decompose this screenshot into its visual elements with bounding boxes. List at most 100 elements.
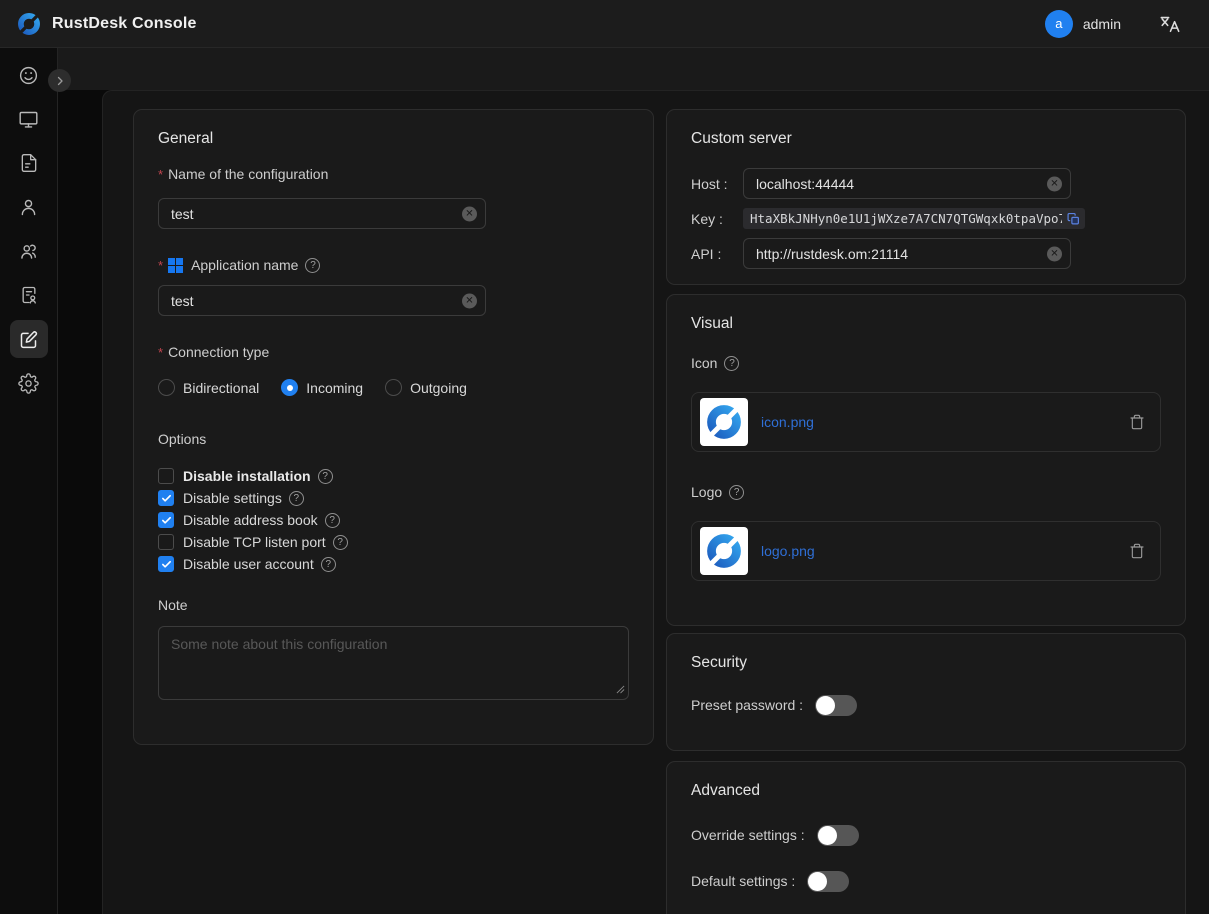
checkbox-disable-address-book[interactable]: Disable address book ? — [158, 512, 629, 528]
right-column: Custom server Host : ✕ Key : HtaXBkJNHyn… — [666, 109, 1186, 914]
user-avatar[interactable]: a — [1045, 10, 1073, 38]
override-settings-label: Override settings : — [691, 827, 805, 843]
monitor-icon — [18, 109, 39, 130]
logo-upload-row: logo.png — [691, 521, 1161, 581]
clear-icon[interactable]: ✕ — [1047, 176, 1062, 191]
rustdesk-console-app: RustDesk Console a admin — [0, 0, 1209, 914]
help-icon[interactable]: ? — [321, 557, 336, 572]
sidebar-item-custom-client[interactable] — [10, 320, 48, 358]
required-asterisk: * — [158, 258, 163, 273]
icon-file-link[interactable]: icon.png — [761, 414, 814, 430]
help-icon[interactable]: ? — [325, 513, 340, 528]
note-label: Note — [158, 597, 629, 613]
connection-type-label: * Connection type — [158, 344, 629, 360]
content-header-strip — [58, 48, 1209, 90]
content-panel: General * Name of the configuration ✕ * … — [102, 90, 1209, 914]
application-name-label: * Application name ? — [158, 257, 629, 273]
help-icon[interactable]: ? — [333, 535, 348, 550]
icon-label: Icon ? — [691, 355, 1161, 371]
checkbox-box — [158, 490, 174, 506]
sidebar-item-settings[interactable] — [10, 364, 48, 402]
radio-incoming[interactable]: Incoming — [281, 379, 363, 396]
general-title: General — [158, 130, 629, 148]
override-settings-toggle[interactable] — [817, 825, 859, 846]
options-checkbox-group: Disable installation ? Disable settings … — [158, 468, 629, 572]
sidebar-item-groups[interactable] — [10, 232, 48, 270]
api-label: API : — [691, 246, 743, 262]
radio-dot — [385, 379, 402, 396]
sidebar-item-users[interactable] — [10, 188, 48, 226]
api-input[interactable] — [743, 238, 1071, 269]
logo-thumbnail[interactable] — [700, 527, 748, 575]
radio-bidirectional[interactable]: Bidirectional — [158, 379, 259, 396]
sidebar-collapse-button[interactable] — [48, 69, 71, 92]
sidebar-item-devices[interactable] — [10, 100, 48, 138]
help-icon[interactable]: ? — [318, 469, 333, 484]
application-name-input[interactable] — [158, 285, 486, 316]
preset-password-toggle[interactable] — [815, 695, 857, 716]
default-settings-label: Default settings : — [691, 873, 795, 889]
custom-server-title: Custom server — [691, 130, 1161, 148]
checkbox-box — [158, 556, 174, 572]
help-icon[interactable]: ? — [289, 491, 304, 506]
sidebar — [0, 48, 58, 914]
document-icon — [19, 153, 39, 173]
advanced-card: Advanced Override settings : Default set… — [666, 761, 1186, 914]
windows-logo-icon — [168, 258, 183, 273]
help-icon[interactable]: ? — [724, 356, 739, 371]
options-label: Options — [158, 431, 629, 447]
checkbox-box — [158, 468, 174, 484]
sidebar-item-dashboard[interactable] — [10, 56, 48, 94]
config-name-label: * Name of the configuration — [158, 166, 629, 182]
visual-card: Visual Icon ? icon.png — [666, 294, 1186, 626]
checkbox-disable-settings[interactable]: Disable settings ? — [158, 490, 629, 506]
clear-icon[interactable]: ✕ — [462, 293, 477, 308]
app-title: RustDesk Console — [52, 15, 197, 33]
custom-server-card: Custom server Host : ✕ Key : HtaXBkJNHyn… — [666, 109, 1186, 285]
checkbox-disable-installation[interactable]: Disable installation ? — [158, 468, 629, 484]
clear-icon[interactable]: ✕ — [462, 206, 477, 221]
radio-outgoing[interactable]: Outgoing — [385, 379, 467, 396]
trash-icon[interactable] — [1129, 543, 1145, 559]
rustdesk-logo-icon — [16, 11, 42, 37]
users-icon — [18, 241, 39, 262]
logo-file-link[interactable]: logo.png — [761, 543, 815, 559]
help-icon[interactable]: ? — [305, 258, 320, 273]
smiley-icon — [18, 65, 39, 86]
preset-password-label: Preset password : — [691, 697, 803, 713]
edit-icon — [18, 329, 39, 350]
checkbox-box — [158, 534, 174, 550]
clear-icon[interactable]: ✕ — [1047, 246, 1062, 261]
help-icon[interactable]: ? — [729, 485, 744, 500]
config-name-input[interactable] — [158, 198, 486, 229]
translate-icon[interactable] — [1159, 13, 1181, 35]
sidebar-item-audit[interactable] — [10, 276, 48, 314]
brand: RustDesk Console — [16, 11, 197, 37]
checkbox-box — [158, 512, 174, 528]
gear-icon — [18, 373, 39, 394]
sidebar-item-logs[interactable] — [10, 144, 48, 182]
icon-thumbnail[interactable] — [700, 398, 748, 446]
trash-icon[interactable] — [1129, 414, 1145, 430]
audit-log-icon — [19, 285, 39, 305]
user-name[interactable]: admin — [1083, 16, 1121, 32]
host-label: Host : — [691, 176, 743, 192]
host-input[interactable] — [743, 168, 1071, 199]
required-asterisk: * — [158, 167, 163, 182]
note-textarea[interactable] — [158, 626, 629, 700]
required-asterisk: * — [158, 345, 163, 360]
checkbox-disable-user-account[interactable]: Disable user account ? — [158, 556, 629, 572]
checkbox-disable-tcp-listen-port[interactable]: Disable TCP listen port ? — [158, 534, 629, 550]
user-icon — [18, 197, 39, 218]
security-card: Security Preset password : — [666, 633, 1186, 751]
copy-icon[interactable] — [1067, 212, 1080, 226]
radio-dot — [158, 379, 175, 396]
topbar: RustDesk Console a admin — [0, 0, 1209, 48]
default-settings-toggle[interactable] — [807, 871, 849, 892]
key-value-box: HtaXBkJNHyn0e1U1jWXze7A7CN7QTGWqxk0tpaVp… — [743, 208, 1085, 229]
topbar-right: a admin — [1045, 10, 1193, 38]
logo-label: Logo ? — [691, 484, 1161, 500]
key-label: Key : — [691, 211, 743, 227]
key-value: HtaXBkJNHyn0e1U1jWXze7A7CN7QTGWqxk0tpaVp… — [750, 211, 1062, 226]
radio-dot — [281, 379, 298, 396]
